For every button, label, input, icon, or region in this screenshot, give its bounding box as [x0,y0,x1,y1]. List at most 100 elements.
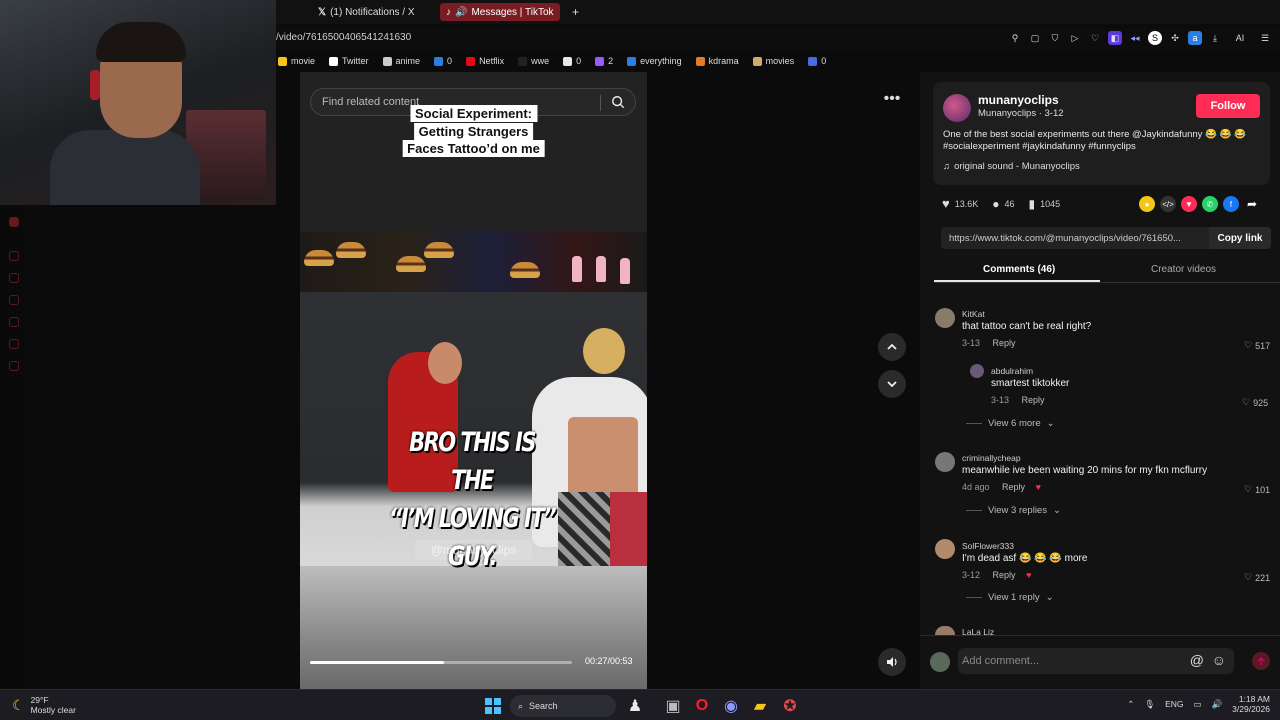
reply-like[interactable]: ♡ 925 [1242,397,1268,408]
amazon-icon[interactable]: a [1188,31,1202,45]
embed-icon[interactable]: </> [1160,196,1176,212]
search-icon[interactable] [611,95,625,109]
menu-icon[interactable]: ☰ [1258,31,1272,45]
bookmark-item[interactable]: movies [752,56,794,66]
bookmark-item[interactable]: 0 [434,56,452,66]
sidebar-bookmark-icon[interactable] [9,295,19,305]
bookmark-item[interactable]: kdrama [695,56,739,66]
bookmark-item[interactable]: wwe [518,56,549,66]
sidebar-chat-icon[interactable] [9,339,19,349]
clock[interactable]: 1:18 AM 3/29/2026 [1232,694,1270,714]
screenshot-icon[interactable]: ▢ [1028,31,1042,45]
play-icon[interactable]: ▷ [1068,31,1082,45]
video-player[interactable]: Find related content Social Experiment: … [300,72,647,689]
tab-notifications-x[interactable]: 𝕏 (1) Notifications / X [312,3,421,21]
volume-icon[interactable]: 🔊 [1212,699,1223,710]
comment-username[interactable]: criminallycheap [962,453,1021,463]
comment-like[interactable]: ♡ 101 [1244,484,1270,495]
microphone-icon[interactable]: 🎙 [1144,699,1155,710]
reply-button[interactable]: Reply [1002,482,1025,492]
reply-button[interactable]: Reply [993,338,1016,348]
new-tab-button[interactable]: + [566,3,585,21]
comment-avatar[interactable] [935,308,955,328]
weather-widget[interactable]: ☾ 29°F Mostly clear [12,695,76,715]
comment-button[interactable]: ● 46 [992,197,1014,211]
bookmark-item[interactable]: movie [278,56,315,66]
emoji-icon[interactable]: ☺ [1212,652,1226,668]
whatsapp-icon[interactable]: ✆ [1202,196,1218,212]
bookmark-item[interactable]: 2 [595,56,613,66]
taskbar-discord[interactable]: ◉ [721,696,741,716]
send-icon[interactable]: ▼ [1181,196,1197,212]
facebook-icon[interactable]: f [1223,196,1239,212]
reply-button[interactable]: Reply [1022,395,1045,405]
sidebar-circle-icon[interactable] [9,251,19,261]
add-comment-input[interactable]: Add comment... @ ☺ [958,648,1234,674]
heart-icon[interactable]: ♡ [1088,31,1102,45]
puzzle-icon[interactable]: ✣ [1168,31,1182,45]
monitor-icon[interactable]: ▭ [1194,699,1202,710]
taskbar-opera[interactable]: O [692,696,712,716]
video-progress-bar[interactable] [310,661,572,664]
reply-button[interactable]: Reply [993,570,1016,580]
comment-like[interactable]: ♡ 221 [1244,572,1270,583]
comment-username[interactable]: KitKat [962,309,985,319]
view-more-replies[interactable]: View 6 more ⌄ [966,418,1055,429]
comment-avatar[interactable] [935,452,955,472]
reply-avatar[interactable] [970,364,984,378]
sidebar-settings-icon[interactable] [9,361,19,371]
tab-tiktok[interactable]: ♪ 🔊 Messages | TikTok [440,3,560,21]
bookmark-item[interactable]: 0 [808,56,826,66]
ai-icon[interactable]: AI [1228,31,1252,45]
volume-button[interactable] [878,648,906,676]
start-button[interactable] [483,696,503,716]
reply-username[interactable]: abdulrahim [991,366,1033,376]
sound-row[interactable]: ♫ original sound - Munanyoclips [943,161,1080,172]
more-options-button[interactable]: ••• [879,88,905,110]
comment-avatar[interactable] [935,539,955,559]
s-extension-icon[interactable]: S [1148,31,1162,45]
share-link-box[interactable]: https://www.tiktok.com/@munanyoclips/vid… [941,227,1271,249]
bookmark-item[interactable]: Netflix [466,56,504,66]
author-avatar[interactable] [943,94,971,122]
sidebar-clock-icon[interactable] [9,317,19,327]
extension-purple-icon[interactable]: ◧ [1108,31,1122,45]
comment-avatar[interactable] [935,626,955,635]
view-more-replies[interactable]: View 1 reply ⌄ [966,592,1054,603]
sidebar-send-icon[interactable] [9,273,19,283]
previous-video-button[interactable] [878,333,906,361]
sidebar-app-icon[interactable] [9,217,19,227]
save-button[interactable]: ▮ 1045 [1029,197,1061,211]
bookmark-item[interactable]: everything [627,56,682,66]
taskbar-search[interactable]: ⌕ Search [510,695,616,717]
translate-icon[interactable]: ◂◂ [1128,31,1142,45]
language-indicator[interactable]: ENG [1165,699,1183,709]
share-arrow-icon[interactable]: ➦ [1244,196,1260,212]
next-video-button[interactable] [878,370,906,398]
taskbar-app-figure[interactable]: ♟ [625,696,645,716]
taskbar-task-view[interactable]: ▣ [663,696,683,716]
comment-username[interactable]: SolFlower333 [962,541,1014,551]
bookmark-item[interactable]: anime [382,56,420,66]
post-comment-button[interactable] [1252,652,1270,670]
heart-outline-icon: ♡ [1244,572,1253,582]
bookmark-item[interactable]: Twitter [329,56,369,66]
bookmark-item[interactable]: 0 [563,56,581,66]
shield-icon[interactable]: ⛉ [1048,31,1062,45]
taskbar-app-red[interactable]: ✪ [780,696,800,716]
like-button[interactable]: ♥ 13.6K [942,196,978,211]
follow-button[interactable]: Follow [1196,94,1260,118]
taskbar-explorer[interactable]: ▰ [750,696,770,716]
author-name[interactable]: munanyoclips [978,93,1059,107]
view-more-replies[interactable]: View 3 replies ⌄ [966,505,1061,516]
address-bar[interactable]: /video/7616500406541241630 ⚲ ▢ ⛉ ▷ ♡ ◧ ◂… [276,28,1280,50]
comment-like[interactable]: ♡ 517 [1244,340,1270,351]
pin-icon[interactable]: ⚲ [1008,31,1022,45]
coin-icon[interactable]: ● [1139,196,1155,212]
chevron-up-icon[interactable]: ⌃ [1127,699,1134,710]
mention-icon[interactable]: @ [1190,652,1204,668]
copy-link-button[interactable]: Copy link [1209,227,1271,249]
tab-comments[interactable]: Comments (46) [983,264,1055,275]
download-icon[interactable]: ⤓ [1208,31,1222,45]
tab-creator-videos[interactable]: Creator videos [1151,264,1216,275]
